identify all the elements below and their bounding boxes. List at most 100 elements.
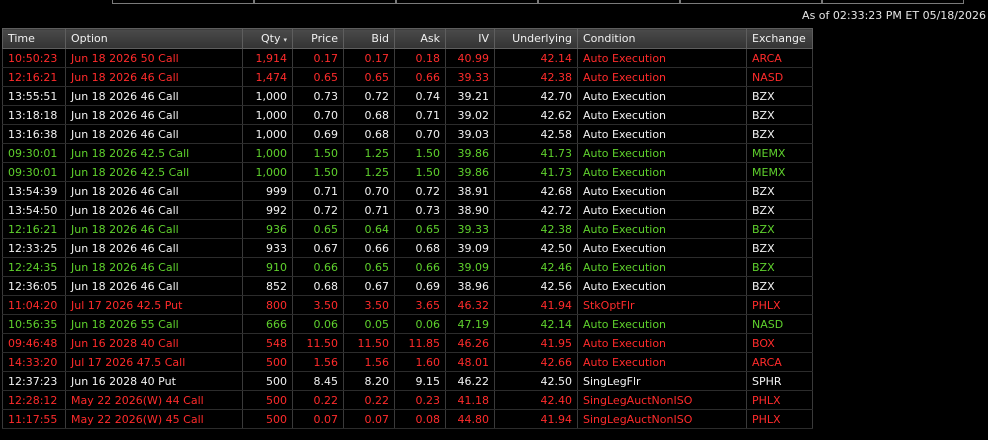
cell-option: Jun 18 2026 46 Call	[65, 200, 243, 220]
cell-option: Jun 18 2026 46 Call	[65, 276, 243, 296]
cell-option: May 22 2026(W) 45 Call	[65, 409, 243, 429]
cell-option: Jun 18 2026 46 Call	[65, 219, 243, 239]
table-row[interactable]: 11:17:55 May 22 2026(W) 45 Call 500 0.07 0.0…	[2, 409, 813, 429]
cell-qty: 1,474	[242, 67, 293, 87]
cell-bid: 1.25	[343, 143, 395, 163]
cell-qty: 852	[242, 276, 293, 296]
cell-option: Jun 18 2026 46 Call	[65, 105, 243, 125]
table-row[interactable]: 13:55:51 Jun 18 2026 46 Call 1,000 0.73 0.72…	[2, 86, 813, 106]
cell-condition: Auto Execution	[577, 67, 747, 87]
as-of-timestamp: As of 02:33:23 PM ET 05/18/2026	[802, 9, 986, 22]
cell-price: 3.50	[292, 295, 344, 315]
cell-exchange: MEMX	[746, 162, 813, 182]
cell-underlying: 42.38	[494, 67, 578, 87]
column-header-underlying[interactable]: Underlying	[494, 28, 578, 49]
column-header-condition[interactable]: Condition	[577, 28, 747, 49]
cell-ask: 0.06	[394, 314, 446, 334]
cell-option: Jun 16 2028 40 Put	[65, 371, 243, 391]
cell-bid: 0.22	[343, 390, 395, 410]
cell-qty: 666	[242, 314, 293, 334]
cell-iv: 44.80	[445, 409, 495, 429]
cell-price: 1.50	[292, 143, 344, 163]
cell-condition: SingLegFlr	[577, 371, 747, 391]
option-trades-table: Time Option Qty ▾ Price Bid Ask IV Underl…	[2, 28, 813, 429]
cell-qty: 999	[242, 181, 293, 201]
table-row[interactable]: 13:54:50 Jun 18 2026 46 Call 992 0.72 0.71 0.…	[2, 200, 813, 220]
column-header-exchange[interactable]: Exchange	[746, 28, 813, 49]
tab-edge[interactable]	[822, 0, 964, 4]
table-row[interactable]: 11:04:20 Jul 17 2026 42.5 Put 800 3.50 3.50 3…	[2, 295, 813, 315]
table-row[interactable]: 12:28:12 May 22 2026(W) 44 Call 500 0.22 0.2…	[2, 390, 813, 410]
table-row[interactable]: 12:24:35 Jun 18 2026 46 Call 910 0.66 0.65 0.…	[2, 257, 813, 277]
table-row[interactable]: 12:16:21 Jun 18 2026 46 Call 936 0.65 0.64 0.…	[2, 219, 813, 239]
cell-price: 1.50	[292, 162, 344, 182]
table-row[interactable]: 10:50:23 Jun 18 2026 50 Call 1,914 0.17 0.17…	[2, 48, 813, 68]
cell-underlying: 42.14	[494, 314, 578, 334]
tab-edge[interactable]	[112, 0, 254, 4]
cell-time: 10:56:35	[2, 314, 66, 334]
column-header-option[interactable]: Option	[65, 28, 243, 49]
table-row[interactable]: 10:56:35 Jun 18 2026 55 Call 666 0.06 0.05 0.…	[2, 314, 813, 334]
table-row[interactable]: 13:18:18 Jun 18 2026 46 Call 1,000 0.70 0.68…	[2, 105, 813, 125]
cell-underlying: 41.73	[494, 162, 578, 182]
cell-iv: 39.86	[445, 162, 495, 182]
cell-exchange: BZX	[746, 105, 813, 125]
cell-exchange: BZX	[746, 238, 813, 258]
table-row[interactable]: 13:54:39 Jun 18 2026 46 Call 999 0.71 0.70 0.…	[2, 181, 813, 201]
cell-bid: 0.66	[343, 238, 395, 258]
column-header-price[interactable]: Price	[292, 28, 344, 49]
column-header-ask[interactable]: Ask	[394, 28, 446, 49]
table-row[interactable]: 12:16:21 Jun 18 2026 46 Call 1,474 0.65 0.65…	[2, 67, 813, 87]
table-row[interactable]: 12:37:23 Jun 16 2028 40 Put 500 8.45 8.20 9.1…	[2, 371, 813, 391]
column-header-time[interactable]: Time	[2, 28, 66, 49]
table-row[interactable]: 12:36:05 Jun 18 2026 46 Call 852 0.68 0.67 0.…	[2, 276, 813, 296]
cell-ask: 3.65	[394, 295, 446, 315]
cell-qty: 1,000	[242, 124, 293, 144]
tab-edge[interactable]	[254, 0, 396, 4]
top-tab-strip	[0, 0, 988, 4]
tab-edge[interactable]	[680, 0, 822, 4]
cell-exchange: ARCA	[746, 352, 813, 372]
cell-condition: Auto Execution	[577, 219, 747, 239]
cell-option: Jun 18 2026 46 Call	[65, 238, 243, 258]
table-row[interactable]: 09:46:48 Jun 16 2028 40 Call 548 11.50 11.50…	[2, 333, 813, 353]
cell-iv: 46.26	[445, 333, 495, 353]
column-header-qty[interactable]: Qty ▾	[242, 28, 293, 49]
cell-iv: 46.32	[445, 295, 495, 315]
cell-time: 11:04:20	[2, 295, 66, 315]
cell-underlying: 41.94	[494, 409, 578, 429]
cell-condition: Auto Execution	[577, 314, 747, 334]
cell-option: Jun 18 2026 46 Call	[65, 124, 243, 144]
cell-iv: 38.96	[445, 276, 495, 296]
cell-time: 12:16:21	[2, 219, 66, 239]
table-row[interactable]: 13:16:38 Jun 18 2026 46 Call 1,000 0.69 0.68…	[2, 124, 813, 144]
cell-bid: 0.70	[343, 181, 395, 201]
table-row[interactable]: 09:30:01 Jun 18 2026 42.5 Call 1,000 1.50 1.…	[2, 162, 813, 182]
table-row[interactable]: 12:33:25 Jun 18 2026 46 Call 933 0.67 0.66 0.…	[2, 238, 813, 258]
cell-condition: Auto Execution	[577, 257, 747, 277]
column-header-iv[interactable]: IV	[445, 28, 495, 49]
table-row[interactable]: 14:33:20 Jul 17 2026 47.5 Call 500 1.56 1.56…	[2, 352, 813, 372]
table-row[interactable]: 09:30:01 Jun 18 2026 42.5 Call 1,000 1.50 1.…	[2, 143, 813, 163]
cell-option: Jun 18 2026 55 Call	[65, 314, 243, 334]
column-header-bid[interactable]: Bid	[343, 28, 395, 49]
cell-price: 8.45	[292, 371, 344, 391]
cell-price: 0.71	[292, 181, 344, 201]
cell-iv: 39.86	[445, 143, 495, 163]
cell-condition: Auto Execution	[577, 162, 747, 182]
cell-underlying: 42.68	[494, 181, 578, 201]
cell-ask: 0.66	[394, 257, 446, 277]
cell-time: 12:28:12	[2, 390, 66, 410]
cell-condition: Auto Execution	[577, 124, 747, 144]
table-header-row: Time Option Qty ▾ Price Bid Ask IV Underl…	[2, 28, 813, 49]
tab-edge[interactable]	[396, 0, 538, 4]
cell-qty: 1,000	[242, 105, 293, 125]
cell-ask: 0.70	[394, 124, 446, 144]
cell-qty: 800	[242, 295, 293, 315]
cell-underlying: 41.95	[494, 333, 578, 353]
cell-option: Jun 18 2026 42.5 Call	[65, 162, 243, 182]
cell-price: 0.66	[292, 257, 344, 277]
cell-time: 12:37:23	[2, 371, 66, 391]
cell-underlying: 42.62	[494, 105, 578, 125]
tab-edge[interactable]	[538, 0, 680, 4]
